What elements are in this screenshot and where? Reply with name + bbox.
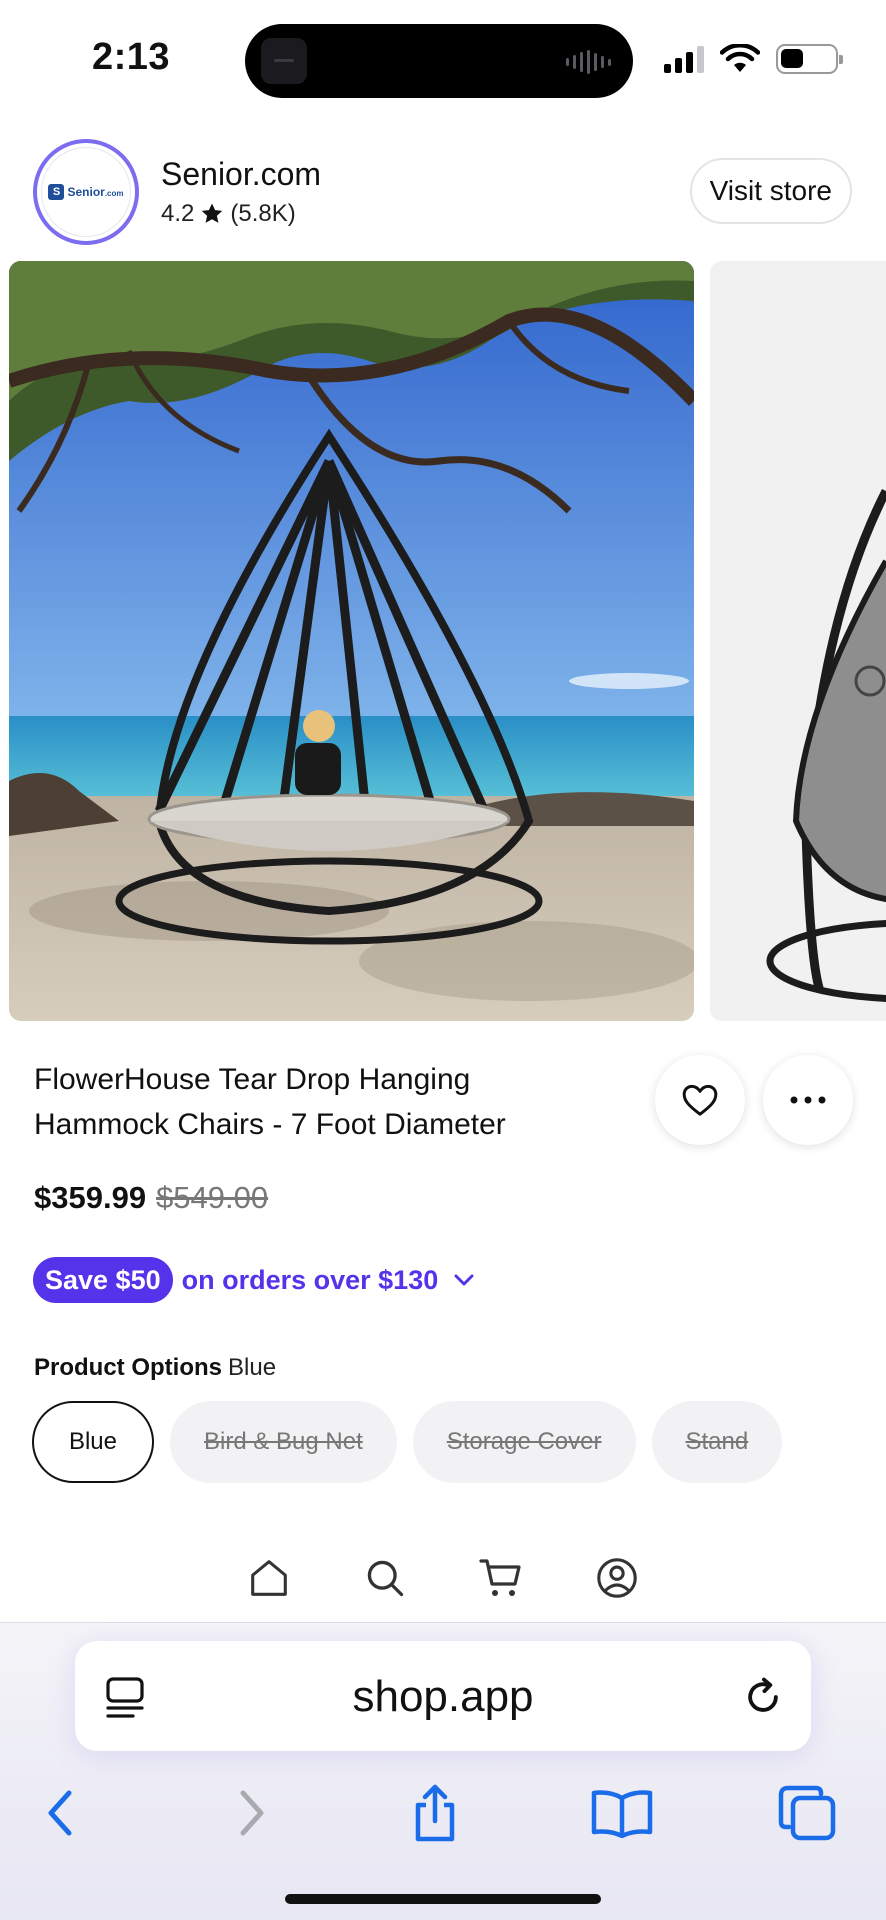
product-image-next[interactable]	[710, 261, 886, 1021]
forward-button[interactable]	[212, 1773, 292, 1853]
home-indicator	[285, 1894, 601, 1904]
safari-toolbar: shop.app	[0, 1622, 886, 1920]
shop-bottom-nav	[0, 1530, 886, 1626]
store-logo[interactable]: S Senior.com	[33, 139, 139, 245]
rating-value: 4.2	[161, 200, 195, 227]
cellular-signal-icon	[664, 45, 704, 73]
tabs-icon	[778, 1785, 836, 1841]
heart-icon	[682, 1084, 718, 1116]
bookmarks-button[interactable]	[582, 1773, 662, 1853]
store-header: S Senior.com Senior.com 4.2 (5.8K) Visit…	[0, 130, 886, 250]
nav-home[interactable]	[243, 1552, 295, 1604]
more-options-button[interactable]	[763, 1055, 853, 1145]
nav-account[interactable]	[591, 1552, 643, 1604]
chevron-right-icon	[240, 1790, 264, 1836]
audio-waveform-icon	[566, 50, 611, 74]
wifi-icon	[720, 44, 760, 72]
current-price: $359.99	[34, 1180, 147, 1215]
star-icon	[202, 203, 223, 223]
account-icon	[597, 1558, 637, 1598]
options-heading: Product Options	[34, 1354, 222, 1381]
status-time: 2:13	[92, 36, 171, 78]
promo-badge[interactable]: Save $50	[33, 1257, 173, 1303]
compare-at-price: $549.00	[156, 1180, 269, 1215]
visit-store-button[interactable]: Visit store	[689, 158, 852, 224]
tabs-button[interactable]	[767, 1773, 847, 1853]
store-rating: 4.2 (5.8K)	[161, 200, 296, 228]
battery-icon	[776, 44, 843, 74]
url-text[interactable]: shop.app	[75, 1672, 811, 1722]
promo-text[interactable]: on orders over $130	[182, 1265, 439, 1296]
home-icon	[251, 1560, 287, 1596]
product-title: FlowerHouse Tear Drop Hanging Hammock Ch…	[34, 1063, 506, 1141]
nav-cart[interactable]	[475, 1552, 527, 1604]
option-stand[interactable]: Stand	[651, 1401, 783, 1483]
address-bar[interactable]: shop.app	[75, 1641, 811, 1751]
book-icon	[591, 1790, 653, 1838]
camera-icon	[261, 38, 307, 84]
option-blue[interactable]: Blue	[32, 1401, 154, 1483]
browser-tools	[0, 1773, 886, 1853]
cart-icon	[479, 1559, 521, 1596]
selected-option-value: Blue	[228, 1354, 277, 1381]
option-bird-bug-net[interactable]: Bird & Bug Net	[170, 1401, 397, 1483]
back-button[interactable]	[20, 1773, 100, 1853]
promo-offer[interactable]: Save $50 on orders over $130	[33, 1257, 475, 1303]
chevron-left-icon	[48, 1790, 72, 1836]
favorite-button[interactable]	[655, 1055, 745, 1145]
review-count: (5.8K)	[230, 200, 296, 227]
status-bar: 2:13	[0, 0, 886, 120]
price-row: $359.99 $549.00	[34, 1180, 268, 1216]
product-image-main[interactable]	[9, 261, 694, 1021]
store-name[interactable]: Senior.com	[161, 156, 321, 193]
search-icon	[367, 1560, 404, 1597]
nav-search[interactable]	[359, 1552, 411, 1604]
option-storage-cover[interactable]: Storage Cover	[412, 1401, 636, 1483]
logo-s-icon: S	[48, 184, 65, 200]
dynamic-island	[245, 24, 633, 98]
reload-icon[interactable]	[741, 1674, 785, 1720]
product-options-label: Product Options Blue	[34, 1354, 276, 1382]
chevron-down-icon[interactable]	[453, 1273, 475, 1287]
share-icon	[415, 1784, 455, 1842]
product-options: Blue Bird & Bug Net Storage Cover Stand	[32, 1401, 783, 1483]
more-dots-icon	[790, 1096, 826, 1104]
share-button[interactable]	[395, 1773, 475, 1853]
product-image-carousel[interactable]	[0, 261, 886, 1021]
